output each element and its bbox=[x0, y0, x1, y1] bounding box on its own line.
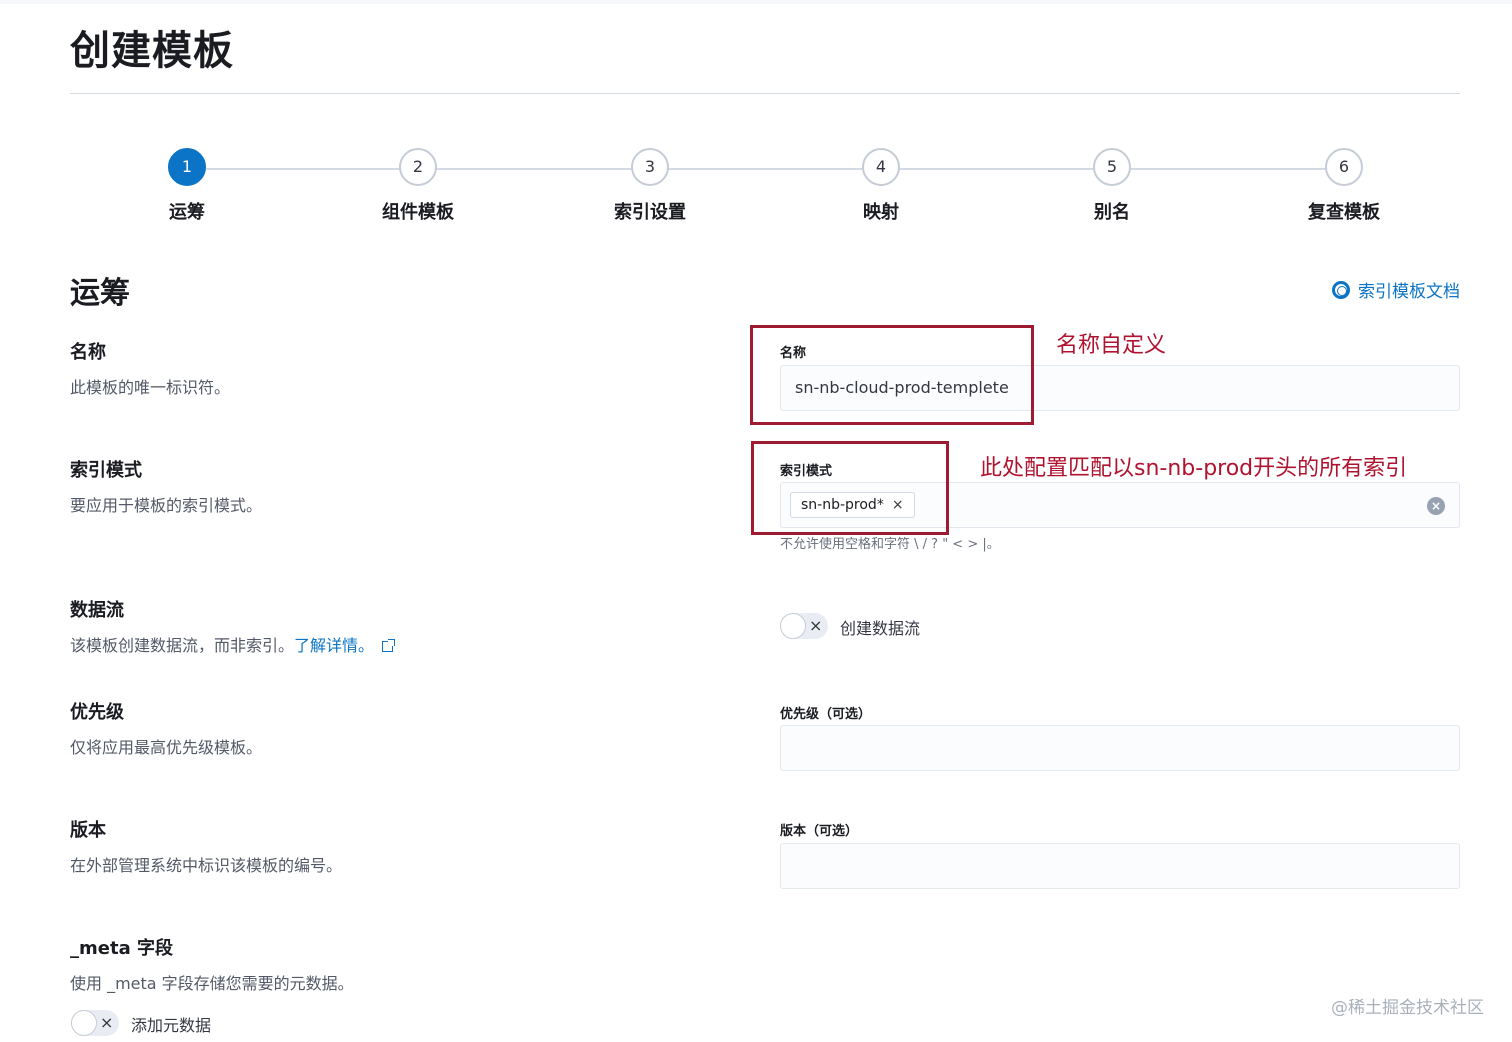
datastream-toggle-label: 创建数据流 bbox=[840, 619, 921, 638]
watermark: @稀土掘金技术社区 bbox=[1331, 998, 1484, 1018]
step-2[interactable]: 2 组件模板 bbox=[348, 148, 488, 224]
step-number: 5 bbox=[1093, 148, 1131, 186]
annotation-box-name bbox=[750, 325, 1034, 425]
step-3[interactable]: 3 索引设置 bbox=[580, 148, 720, 224]
priority-field-label: 优先级（可选） bbox=[780, 707, 872, 722]
priority-description: 仅将应用最高优先级模板。 bbox=[70, 738, 263, 757]
datastream-title: 数据流 bbox=[70, 600, 124, 621]
meta-toggle-label: 添加元数据 bbox=[131, 1016, 212, 1035]
stepper: 1 运筹 2 组件模板 3 索引设置 4 映射 5 别名 6 复查模板 bbox=[0, 148, 1512, 228]
step-5[interactable]: 5 别名 bbox=[1042, 148, 1182, 224]
priority-input[interactable] bbox=[780, 725, 1460, 771]
meta-title: _meta 字段 bbox=[70, 938, 173, 959]
step-1[interactable]: 1 运筹 bbox=[117, 148, 257, 224]
name-description: 此模板的唯一标识符。 bbox=[70, 378, 231, 397]
index-pattern-description: 要应用于模板的索引模式。 bbox=[70, 496, 263, 515]
section-title: 运筹 bbox=[70, 276, 130, 311]
datastream-toggle[interactable]: × bbox=[780, 613, 828, 639]
clear-icon[interactable]: × bbox=[1427, 497, 1445, 515]
step-number: 3 bbox=[631, 148, 669, 186]
datastream-description: 该模板创建数据流，而非索引。了解详情。 bbox=[70, 632, 396, 656]
lifebuoy-icon bbox=[1332, 280, 1350, 299]
step-label: 别名 bbox=[1094, 202, 1130, 223]
external-link-icon bbox=[382, 639, 396, 652]
step-number: 4 bbox=[862, 148, 900, 186]
index-pattern-title: 索引模式 bbox=[70, 460, 142, 481]
docs-link[interactable]: 索引模板文档 bbox=[1332, 277, 1460, 302]
version-field-label: 版本（可选） bbox=[780, 824, 859, 839]
annotation-name-note: 名称自定义 bbox=[1056, 333, 1167, 358]
step-number: 2 bbox=[399, 148, 437, 186]
step-6[interactable]: 6 复查模板 bbox=[1274, 148, 1414, 224]
step-label: 复查模板 bbox=[1308, 202, 1380, 223]
annotation-index-note: 此处配置匹配以sn-nb-prod开头的所有索引 bbox=[980, 456, 1408, 481]
toggle-knob bbox=[780, 613, 806, 639]
title-divider bbox=[70, 93, 1460, 94]
index-pattern-help: 不允许使用空格和字符 \ / ? " < > |。 bbox=[780, 537, 1000, 552]
learn-more-link[interactable]: 了解详情。 bbox=[294, 636, 374, 655]
step-label: 映射 bbox=[863, 202, 899, 223]
step-4[interactable]: 4 映射 bbox=[811, 148, 951, 224]
step-label: 运筹 bbox=[169, 202, 205, 223]
top-bar bbox=[0, 0, 1512, 4]
version-input[interactable] bbox=[780, 843, 1460, 889]
meta-description: 使用 _meta 字段存储您需要的元数据。 bbox=[70, 974, 354, 993]
meta-toggle[interactable]: × bbox=[71, 1010, 119, 1036]
step-label: 组件模板 bbox=[382, 202, 454, 223]
priority-title: 优先级 bbox=[70, 702, 124, 723]
version-title: 版本 bbox=[70, 820, 106, 841]
step-label: 索引设置 bbox=[614, 202, 686, 223]
toggle-off-icon: × bbox=[809, 616, 823, 635]
datastream-description-text: 该模板创建数据流，而非索引。 bbox=[70, 636, 295, 655]
page-title: 创建模板 bbox=[70, 28, 234, 74]
toggle-off-icon: × bbox=[100, 1013, 114, 1032]
step-number: 1 bbox=[168, 148, 206, 186]
docs-link-label: 索引模板文档 bbox=[1358, 282, 1460, 302]
name-title: 名称 bbox=[70, 342, 106, 363]
version-description: 在外部管理系统中标识该模板的编号。 bbox=[70, 856, 343, 875]
toggle-knob bbox=[71, 1010, 97, 1036]
step-number: 6 bbox=[1325, 148, 1363, 186]
annotation-box-index bbox=[751, 441, 949, 535]
